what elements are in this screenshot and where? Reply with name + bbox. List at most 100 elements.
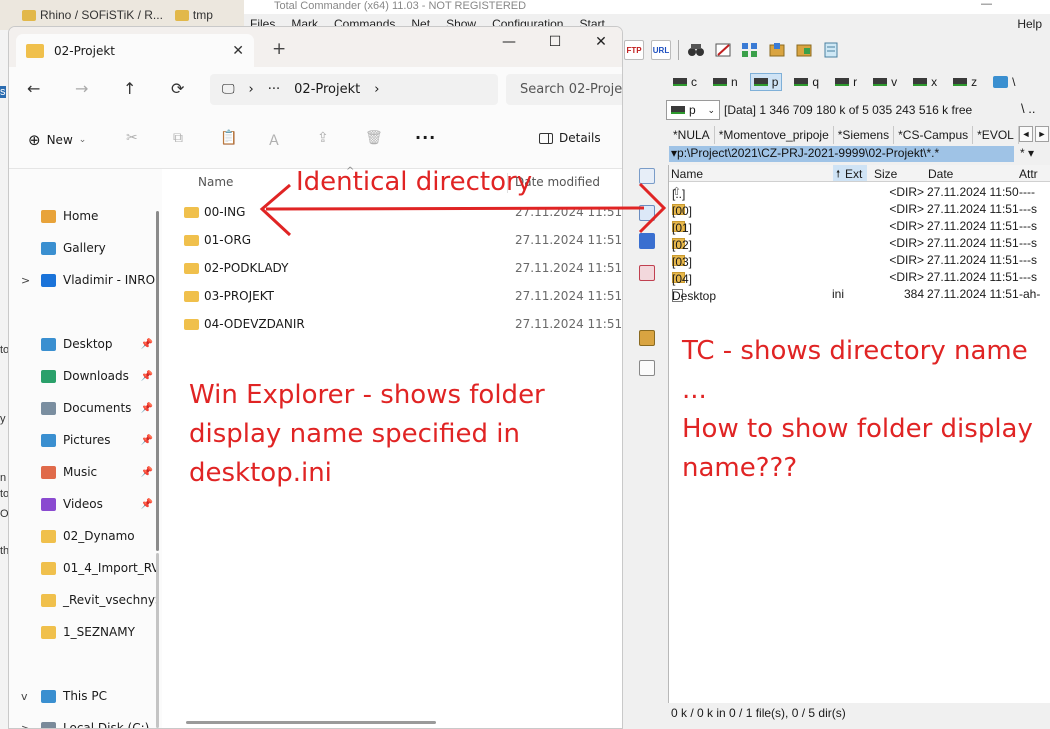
unpack-icon[interactable] <box>794 40 814 60</box>
sidebar-item-pictures[interactable]: Pictures 📌 <box>9 429 159 451</box>
search-input[interactable]: Search 02-Projekt <box>506 74 622 105</box>
sidebar-item-videos[interactable]: Videos 📌 <box>9 493 159 515</box>
pack-icon[interactable] <box>639 330 655 346</box>
sidebar-item-1-seznamy[interactable]: 1_SEZNAMY <box>9 621 159 643</box>
sync-icon[interactable] <box>713 40 733 60</box>
notepad-icon[interactable] <box>821 40 841 60</box>
chevron-down-icon[interactable]: v <box>21 690 28 703</box>
chevron-right-icon[interactable]: > <box>21 274 30 287</box>
copy-icon[interactable] <box>639 205 655 221</box>
sidebar-item-desktop[interactable]: Desktop 📌 <box>9 333 159 355</box>
view-icon[interactable] <box>639 168 655 184</box>
compare-icon[interactable] <box>740 40 760 60</box>
address-bar[interactable]: 🖵 › ··· 02-Projekt › <box>210 74 498 105</box>
column-size[interactable]: Size <box>874 167 897 181</box>
sidebar-item-home[interactable]: Home <box>9 205 159 227</box>
binoculars-icon[interactable] <box>686 40 706 60</box>
delete-icon[interactable]: 🗑 <box>365 130 383 146</box>
close-button[interactable]: ✕ <box>578 27 622 57</box>
pack-icon[interactable] <box>767 40 787 60</box>
tc-file-row[interactable]: ⇧ [..] <DIR> 27.11.2024 11:50 ---- <box>669 183 1050 201</box>
rename-icon[interactable]: Ａ <box>267 130 281 150</box>
maximize-button[interactable]: ☐ <box>532 27 578 57</box>
column-name[interactable]: Name <box>198 175 233 189</box>
sidebar-item-gallery[interactable]: Gallery <box>9 237 159 259</box>
root-parent-buttons[interactable]: \ .. <box>1021 101 1035 116</box>
column-attr[interactable]: Attr <box>1019 167 1038 181</box>
nav-scrollbar-track[interactable] <box>156 553 159 728</box>
sidebar-item-music[interactable]: Music 📌 <box>9 461 159 483</box>
share-icon[interactable]: ⇪ <box>317 130 329 146</box>
tab-nula[interactable]: *NULA <box>669 126 715 144</box>
path-filter[interactable]: * ▾ <box>1016 146 1050 162</box>
tc-file-row[interactable]: [00] <DIR> 27.11.2024 11:51 ---s <box>669 200 1050 218</box>
sidebar-item-01-4-import-rv[interactable]: 01_4_Import_RV <box>9 557 159 579</box>
sidebar-item-revit-vsechnys[interactable]: _Revit_vsechnyS <box>9 589 159 611</box>
sidebar-item-downloads[interactable]: Downloads 📌 <box>9 365 159 387</box>
new-tab-button[interactable]: + <box>272 39 286 59</box>
drive-q-button[interactable]: q <box>790 73 823 91</box>
folder-row[interactable]: 01-ORG 27.11.2024 11:51 <box>184 227 622 253</box>
drive-v-button[interactable]: v <box>869 73 901 91</box>
refresh-button[interactable]: ⟳ <box>171 79 184 98</box>
tab-scroll-left-button[interactable]: ◄ <box>1019 126 1033 142</box>
move-icon[interactable] <box>639 233 655 249</box>
details-button[interactable]: Details <box>539 131 601 145</box>
sidebar-item-02-dynamo[interactable]: 02_Dynamo <box>9 525 159 547</box>
tc-file-row[interactable]: Desktop ini 384 27.11.2024 11:51 -ah- <box>669 285 1050 303</box>
tab-cs-campus[interactable]: *CS-Campus <box>894 126 974 144</box>
close-tab-button[interactable]: ✕ <box>232 43 244 59</box>
cut-icon[interactable]: ✂ <box>126 130 138 146</box>
drive-n-button[interactable]: n <box>709 73 742 91</box>
network-drive-button[interactable]: \ <box>989 73 1019 91</box>
drive-r-button[interactable]: r <box>831 73 861 91</box>
breadcrumb-folder[interactable]: 02-Projekt <box>294 82 360 97</box>
folder-row[interactable]: 04-ODEVZDANIR 27.11.2024 11:51 <box>184 311 622 337</box>
sidebar-item-local-disk-c[interactable]: > Local Disk (C:) <box>9 717 159 729</box>
bookmark-tmp[interactable]: tmp <box>174 8 213 22</box>
sidebar-item-vladimir-inro[interactable]: > Vladimir - INRO <box>9 269 159 291</box>
drive-x-button[interactable]: x <box>909 73 941 91</box>
ftp-icon[interactable]: FTP <box>624 40 644 60</box>
new-file-icon[interactable] <box>639 360 655 376</box>
breadcrumb-overflow-button[interactable]: ··· <box>268 82 280 97</box>
explorer-tab[interactable]: 02-Projekt ✕ <box>16 34 254 67</box>
drive-selector-dropdown[interactable]: p ⌄ <box>666 100 720 120</box>
column-ext[interactable]: Ext <box>845 167 862 181</box>
tab-siemens[interactable]: *Siemens <box>833 126 895 144</box>
horizontal-scrollbar[interactable] <box>186 721 436 724</box>
sidebar-item-this-pc[interactable]: v This PC <box>9 685 159 707</box>
forward-button[interactable]: → <box>75 79 88 98</box>
tab-momentove-pripoje[interactable]: *Momentove_pripoje <box>714 126 834 144</box>
column-date[interactable]: Date <box>928 167 953 181</box>
paste-icon[interactable]: 📋 <box>220 130 237 146</box>
new-button[interactable]: ⊕ New ⌄ <box>28 131 86 149</box>
tc-file-row[interactable]: [04] <DIR> 27.11.2024 11:51 ---s <box>669 268 1050 286</box>
folder-row[interactable]: 02-PODKLADY 27.11.2024 11:51 <box>184 255 622 281</box>
up-button[interactable]: ↑ <box>123 79 136 98</box>
minimize-button[interactable]: — <box>981 0 992 10</box>
drive-z-button[interactable]: z <box>949 73 981 91</box>
tc-file-row[interactable]: [02] <DIR> 27.11.2024 11:51 ---s <box>669 234 1050 252</box>
tc-file-row[interactable]: [01] <DIR> 27.11.2024 11:51 ---s <box>669 217 1050 235</box>
bookmark-rhino[interactable]: Rhino / SOFiSTiK / R... <box>22 8 163 22</box>
copy-icon[interactable]: ⧉ <box>173 130 183 146</box>
nav-scrollbar[interactable] <box>156 211 159 551</box>
current-path-bar[interactable]: ▾p:\Project\2021\CZ-PRJ-2021-9999\02-Pro… <box>669 146 1014 162</box>
folder-row[interactable]: 03-PROJEKT 27.11.2024 11:51 <box>184 283 622 309</box>
url-icon[interactable]: URL <box>651 40 671 60</box>
back-button[interactable]: ← <box>27 79 40 98</box>
sidebar-item-documents[interactable]: Documents 📌 <box>9 397 159 419</box>
folder-row[interactable]: 00-ING 27.11.2024 11:51 <box>184 199 622 225</box>
tab-evol[interactable]: *EVOL <box>973 126 1019 144</box>
drive-p-button[interactable]: p <box>749 73 783 91</box>
tc-file-row[interactable]: [03] <DIR> 27.11.2024 11:51 ---s <box>669 251 1050 269</box>
column-name[interactable]: Name <box>671 167 703 181</box>
chevron-right-icon[interactable]: > <box>21 722 30 729</box>
delete-icon[interactable] <box>639 265 655 281</box>
more-options-button[interactable]: ··· <box>415 128 436 147</box>
tab-scroll-right-button[interactable]: ► <box>1035 126 1049 142</box>
minimize-button[interactable]: — <box>486 27 532 57</box>
drive-c-button[interactable]: c <box>669 73 701 91</box>
menu-help[interactable]: Help <box>1017 17 1042 31</box>
